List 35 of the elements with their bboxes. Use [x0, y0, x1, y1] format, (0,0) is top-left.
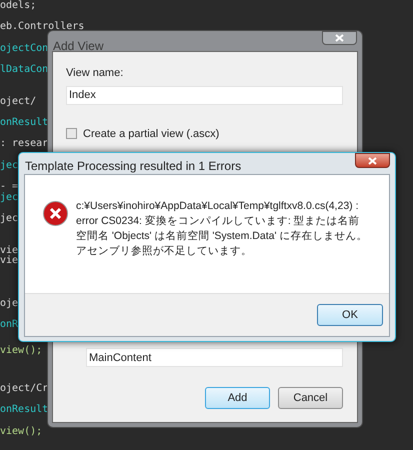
window-title: Add View	[53, 38, 104, 55]
close-button[interactable]	[355, 153, 390, 168]
code-line: jec	[0, 160, 18, 172]
code-line: jec	[0, 192, 18, 204]
code-line: oject/	[0, 96, 36, 108]
code-line: view();	[0, 426, 42, 438]
code-line: lDataCon	[0, 64, 48, 76]
code-line: odels;	[0, 1, 36, 12]
content-field[interactable]: MainContent	[86, 348, 343, 367]
code-line: jec	[0, 214, 18, 224]
field-label: View name:	[66, 66, 124, 81]
code-line: - =	[0, 182, 18, 192]
window-title: Template Processing resulted in 1 Errors	[25, 158, 242, 175]
code-line: view();	[0, 346, 42, 356]
code-line: oje	[0, 298, 18, 310]
error-message: c:¥Users¥inohiro¥AppData¥Local¥Temp¥tglftxv8.0.cs(4,23) : error CS0234: 変換をコンパイルしています: 型または名前空間名 'Objects' は名前空間 'System.Data' に存在しません。アセンブリ参照が不足しています。	[76, 199, 368, 259]
close-icon	[368, 156, 377, 164]
code-line: vie	[0, 256, 18, 268]
code-line: : resear	[0, 139, 48, 150]
code-line: ojectCon	[0, 44, 48, 54]
checkbox[interactable]	[66, 128, 77, 140]
code-line: eb.Controllers	[0, 22, 84, 33]
close-button[interactable]	[322, 31, 357, 45]
checkbox-label: Create a partial view (.ascx)	[83, 126, 220, 142]
code-line: vie	[0, 246, 18, 256]
dialog-button[interactable]: Add	[205, 387, 270, 409]
dialog-button[interactable]: Cancel	[278, 387, 343, 409]
close-icon	[335, 34, 344, 42]
code-line: onR	[0, 320, 18, 331]
code-line: onResult	[0, 118, 48, 129]
code-line: oject/Cr	[0, 384, 48, 395]
ok-button[interactable]: OK	[317, 304, 383, 326]
view-name-field[interactable]: Index	[66, 86, 343, 104]
error-icon	[43, 201, 68, 226]
code-line: onResult	[0, 405, 48, 416]
